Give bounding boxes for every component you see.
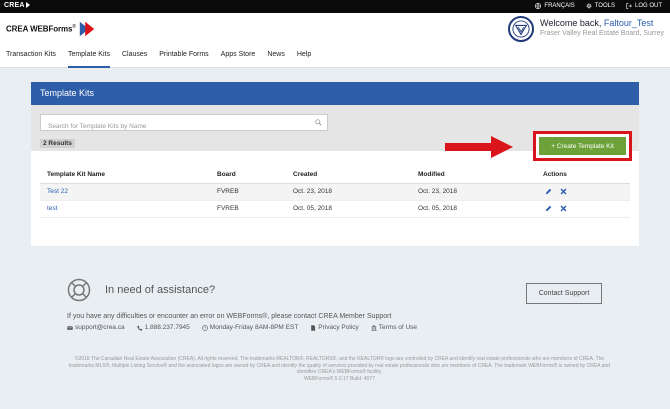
table-row: Test 22 FVREB Oct. 23, 2018 Oct. 23, 201… xyxy=(40,183,630,201)
template-kit-link[interactable]: Test 22 xyxy=(47,188,68,195)
search-input[interactable] xyxy=(41,119,301,134)
board-cell: FVREB xyxy=(210,183,286,201)
delete-x-icon[interactable] xyxy=(560,188,567,195)
help-text: If you have any difficulties or encounte… xyxy=(67,313,392,320)
logout-link[interactable]: LOG OUT xyxy=(626,3,662,9)
lifebuoy-icon xyxy=(67,278,91,302)
header-actions: Actions xyxy=(536,166,630,184)
privacy-policy-link[interactable]: Privacy Policy xyxy=(310,324,359,331)
language-label: FRANÇAIS xyxy=(544,3,575,9)
hours-label: Monday-Friday 8AM-8PM EST xyxy=(209,324,299,331)
highlight-box: + Create Template Kit xyxy=(533,131,632,161)
modified-cell: Oct. 05, 2018 xyxy=(411,200,536,218)
row-actions xyxy=(543,188,630,195)
main-nav: Transaction Kits Template Kits Clauses P… xyxy=(0,50,317,68)
clock-icon xyxy=(201,324,208,331)
tools-link[interactable]: TOOLS xyxy=(586,3,615,9)
privacy-policy-label: Privacy Policy xyxy=(318,324,359,331)
header: CREA WEBForms® Welcome back, Faltour_Tes… xyxy=(0,13,670,68)
user-name[interactable]: Faltour_Test xyxy=(604,18,654,28)
panel-title: Template Kits xyxy=(31,82,639,105)
assistance-title: In need of assistance? xyxy=(105,284,216,296)
top-bar: CREA FRANÇAIS TOOLS LOG OUT xyxy=(0,0,670,13)
board-cell: FVREB xyxy=(210,200,286,218)
header-board: Board xyxy=(210,166,286,184)
fvreb-logo-icon xyxy=(512,20,530,38)
welcome-line: Welcome back, Faltour_Test xyxy=(540,18,664,29)
nav-transaction-kits[interactable]: Transaction Kits xyxy=(0,50,62,68)
logout-label: LOG OUT xyxy=(634,3,662,9)
template-kits-panel: Template Kits 2 Results + Create Templat… xyxy=(31,82,639,246)
board-name: Fraser Valley Real Estate Board, Surrey xyxy=(540,30,664,37)
logo-text: CREA WEBForms xyxy=(6,24,73,34)
legal-copyright: ©2018 The Canadian Real Estate Associati… xyxy=(69,356,610,375)
phone-item: 1.888.237.7945 xyxy=(136,324,190,331)
search-icon[interactable] xyxy=(315,119,322,126)
webforms-logo-icon xyxy=(79,21,95,37)
globe-icon xyxy=(535,3,542,9)
results-count-badge: 2 Results xyxy=(40,139,75,148)
row-actions xyxy=(543,205,630,212)
contact-support-button[interactable]: Contact Support xyxy=(526,283,602,304)
webforms-logo[interactable]: CREA WEBForms® xyxy=(6,20,96,38)
table-header-row: Template Kit Name Board Created Modified… xyxy=(40,166,630,184)
contact-list: support@crea.ca 1.888.237.7945 Monday-Fr… xyxy=(67,324,417,331)
user-info: Welcome back, Faltour_Test Fraser Valley… xyxy=(508,16,664,42)
edit-pencil-icon[interactable] xyxy=(545,205,552,212)
created-cell: Oct. 23, 2018 xyxy=(286,183,411,201)
nav-apps-store[interactable]: Apps Store xyxy=(215,50,262,68)
template-kits-table: Template Kit Name Board Created Modified… xyxy=(40,166,630,218)
version-info: WEBForms® 5.0.17 Build: 4077 xyxy=(304,375,375,382)
user-text: Welcome back, Faltour_Test Fraser Valley… xyxy=(540,16,664,39)
logo-registered: ® xyxy=(72,24,77,31)
header-created: Created xyxy=(286,166,411,184)
nav-template-kits[interactable]: Template Kits xyxy=(62,50,116,68)
header-name: Template Kit Name xyxy=(40,166,210,184)
nav-printable-forms[interactable]: Printable Forms xyxy=(153,50,214,68)
create-template-kit-button[interactable]: + Create Template Kit xyxy=(539,137,626,155)
language-link[interactable]: FRANÇAIS xyxy=(535,3,575,9)
header-modified: Modified xyxy=(411,166,536,184)
terms-of-use-label: Terms of Use xyxy=(378,324,418,331)
nav-clauses[interactable]: Clauses xyxy=(116,50,153,68)
panel-toolbar: 2 Results + Create Template Kit xyxy=(31,105,639,161)
phone-icon xyxy=(136,325,143,331)
crea-brand[interactable]: CREA xyxy=(4,2,30,9)
crea-arrow-icon xyxy=(25,2,30,9)
template-kit-link[interactable]: test xyxy=(47,205,57,212)
logout-icon xyxy=(626,3,632,9)
delete-x-icon[interactable] xyxy=(560,205,567,212)
red-arrow-annotation-icon xyxy=(445,136,513,158)
document-icon xyxy=(311,324,316,331)
search-box xyxy=(40,114,328,134)
nav-news[interactable]: News xyxy=(261,50,291,68)
edit-pencil-icon[interactable] xyxy=(545,188,552,195)
modified-cell: Oct. 23, 2018 xyxy=(411,183,536,201)
legal-notice: ©2018 The Canadian Real Estate Associati… xyxy=(67,356,612,382)
terms-of-use-link[interactable]: Terms of Use xyxy=(371,324,417,331)
welcome-prefix: Welcome back, xyxy=(540,18,602,28)
gear-icon xyxy=(586,3,592,9)
top-links: FRANÇAIS TOOLS LOG OUT xyxy=(535,3,662,9)
nav-help[interactable]: Help xyxy=(291,50,317,68)
hours-item: Monday-Friday 8AM-8PM EST xyxy=(201,324,299,331)
email-label: support@crea.ca xyxy=(75,324,125,331)
tools-label: TOOLS xyxy=(594,3,615,9)
envelope-icon xyxy=(67,325,73,330)
phone-label: 1.888.237.7945 xyxy=(144,324,190,331)
table-row: test FVREB Oct. 05, 2018 Oct. 05, 2018 xyxy=(40,200,630,218)
assistance-section: In need of assistance? xyxy=(67,278,215,302)
created-cell: Oct. 05, 2018 xyxy=(286,200,411,218)
board-logo-avatar xyxy=(508,16,535,42)
email-link[interactable]: support@crea.ca xyxy=(67,324,125,331)
bank-icon xyxy=(371,324,377,331)
